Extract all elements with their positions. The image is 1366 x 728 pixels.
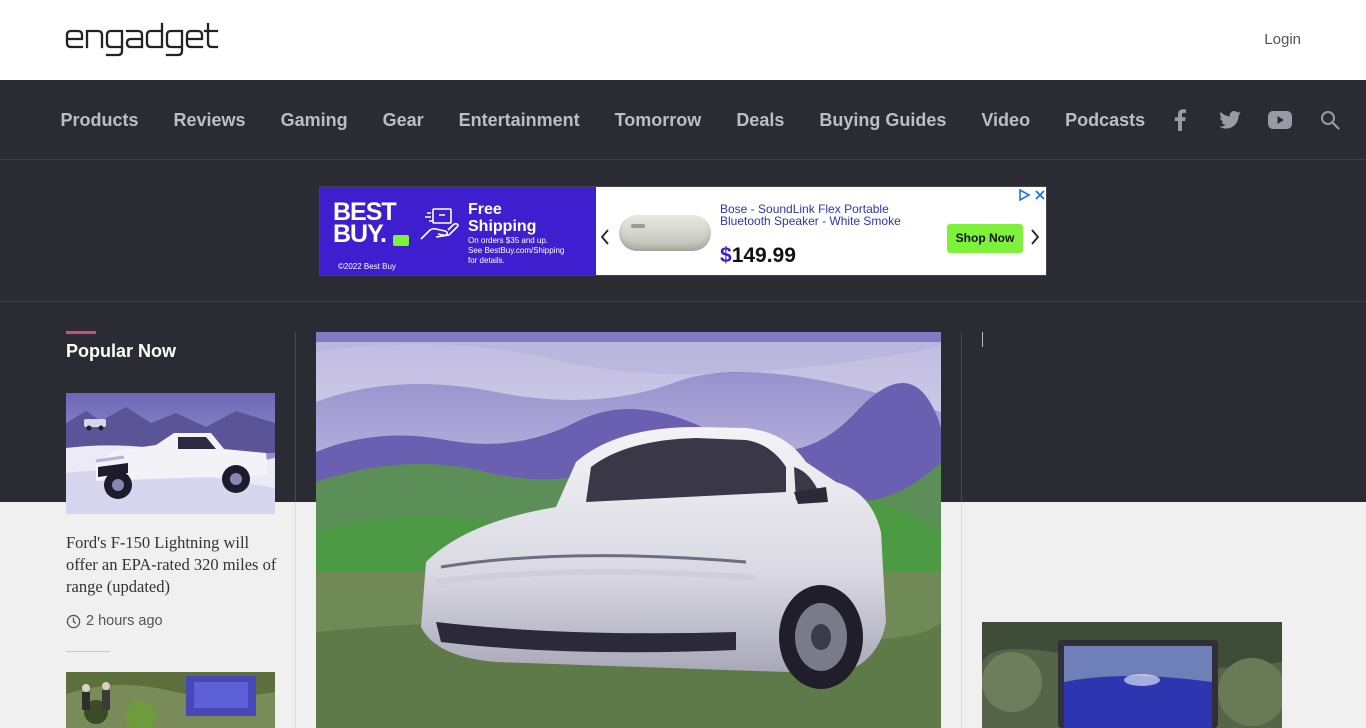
story-divider: [66, 651, 110, 652]
shipping-hand-icon: [420, 208, 459, 240]
ad-banner[interactable]: BEST BUY. Free Shipping On orders $35 an…: [319, 186, 1047, 276]
shop-now-button[interactable]: Shop Now: [947, 224, 1023, 253]
nav-item-gear[interactable]: Gear: [365, 80, 441, 160]
ad-price: $149.99: [720, 244, 796, 267]
youtube-icon[interactable]: [1268, 108, 1292, 132]
adchoices-icon[interactable]: [1017, 188, 1031, 202]
nav-item-podcasts[interactable]: Podcasts: [1048, 80, 1163, 160]
clock-icon: [66, 614, 81, 628]
nav-list: Products Reviews Gaming Gear Entertainme…: [43, 80, 1163, 160]
column-divider-left-lower: [295, 502, 296, 728]
ad-copyright: ©2022 Best Buy: [338, 262, 396, 271]
ad-headline: Free Shipping: [468, 201, 537, 235]
bestbuy-logo: BEST BUY.: [333, 198, 397, 248]
story-thumbnail-laptop[interactable]: [982, 622, 1282, 728]
story-thumbnail-truck[interactable]: [66, 393, 275, 514]
ad-bestbuy-panel[interactable]: BEST BUY. Free Shipping On orders $35 an…: [320, 187, 596, 275]
ad-product-name[interactable]: Bose - SoundLink Flex Portable Bluetooth…: [720, 203, 920, 227]
popular-now-heading: Popular Now: [66, 341, 177, 361]
social-links: [1168, 80, 1342, 160]
engadget-logo[interactable]: [65, 22, 219, 60]
site-header: engadget Login: [0, 0, 1366, 80]
story-thumbnail-second[interactable]: [66, 672, 275, 728]
main-nav: Products Reviews Gaming Gear Entertainme…: [0, 80, 1366, 160]
column-divider-right-lower: [961, 502, 962, 728]
story-timestamp: 2 hours ago: [66, 613, 163, 629]
twitter-icon[interactable]: [1218, 108, 1242, 132]
popular-accent-bar: [66, 331, 96, 334]
chevron-right-icon[interactable]: [1029, 227, 1041, 247]
nav-item-entertainment[interactable]: Entertainment: [441, 80, 597, 160]
nav-item-reviews[interactable]: Reviews: [156, 80, 263, 160]
hero-image-lucid-air[interactable]: [316, 332, 941, 728]
ad-fine-print: On orders $35 and up. See BestBuy.com/Sh…: [468, 236, 565, 265]
close-icon[interactable]: [1033, 188, 1047, 202]
nav-item-deals[interactable]: Deals: [719, 80, 802, 160]
nav-item-tomorrow[interactable]: Tomorrow: [597, 80, 719, 160]
nav-item-video[interactable]: Video: [964, 80, 1048, 160]
nav-item-products[interactable]: Products: [43, 80, 156, 160]
login-link[interactable]: Login: [1264, 31, 1301, 48]
section-divider: [0, 301, 1366, 302]
search-icon[interactable]: [1318, 108, 1342, 132]
bestbuy-tag-icon: [393, 235, 409, 246]
story-headline[interactable]: Ford's F-150 Lightning will offer an EPA…: [66, 532, 280, 598]
nav-item-buying-guides[interactable]: Buying Guides: [802, 80, 964, 160]
chevron-left-icon[interactable]: [599, 227, 611, 247]
speaker-product-image[interactable]: [619, 215, 711, 251]
right-column-marker: [982, 332, 983, 347]
nav-item-gaming[interactable]: Gaming: [263, 80, 365, 160]
facebook-icon[interactable]: [1168, 108, 1192, 132]
